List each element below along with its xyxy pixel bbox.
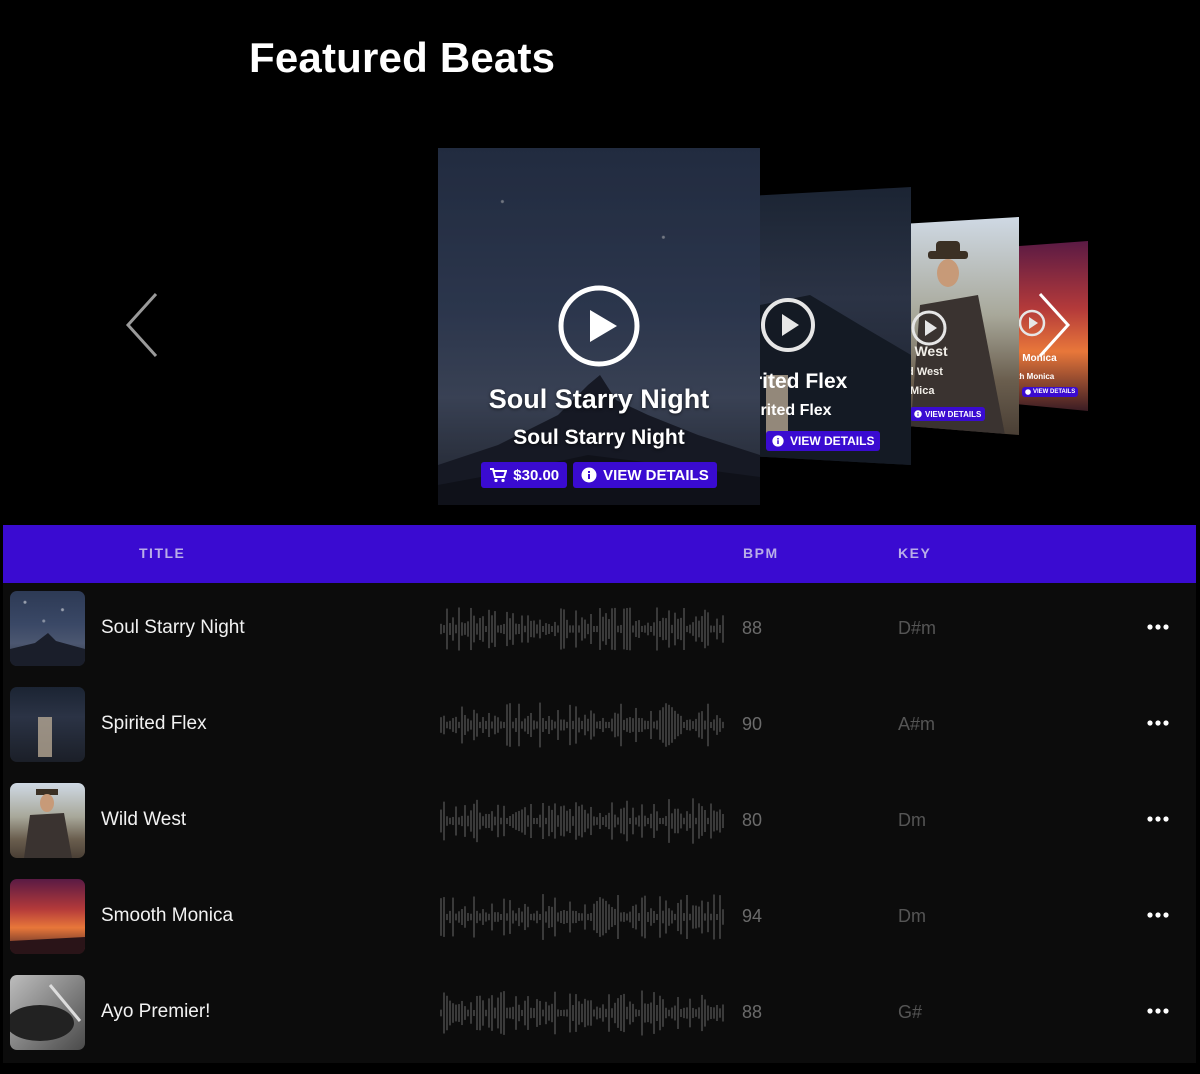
page-title: Featured Beats — [249, 34, 556, 81]
track-title[interactable]: Ayo Premier! — [101, 1001, 210, 1023]
more-options-icon[interactable] — [1145, 809, 1171, 829]
carousel-next-button[interactable] — [1032, 290, 1076, 360]
column-header-title[interactable]: TITLE — [139, 545, 185, 561]
track-thumbnail[interactable] — [10, 687, 85, 762]
waveform[interactable] — [439, 697, 725, 753]
track-key: A#m — [898, 714, 936, 734]
play-circle-icon[interactable] — [910, 309, 948, 347]
card-title: Soul Starry Night — [488, 384, 710, 414]
view-details-button[interactable]: VIEW DETAILS — [910, 407, 986, 421]
track-key: G# — [898, 1002, 923, 1022]
track-key: D#m — [898, 618, 937, 638]
view-details-label: VIEW DETAILS — [603, 466, 709, 484]
more-options-icon[interactable] — [1145, 1001, 1171, 1021]
track-thumbnail[interactable] — [10, 975, 85, 1050]
track-title[interactable]: Soul Starry Night — [101, 617, 245, 639]
view-details-label: VIEW DETAILS — [925, 409, 982, 419]
track-thumbnail[interactable] — [10, 783, 85, 858]
table-row[interactable]: Soul Starry Night 88 D#m — [3, 583, 1196, 679]
buy-button[interactable]: $30.00 — [481, 462, 568, 488]
cart-icon — [490, 468, 508, 483]
carousel-card-3[interactable]: d West ld West Mica VIEW DETAILS — [910, 217, 1019, 435]
waveform[interactable] — [439, 985, 725, 1041]
table-row[interactable]: Wild West 80 Dm — [3, 775, 1196, 871]
info-icon — [581, 467, 597, 483]
more-options-icon[interactable] — [1145, 905, 1171, 925]
play-circle-icon[interactable] — [760, 297, 816, 353]
card-subtitle: Soul Starry Night — [513, 426, 685, 449]
view-details-button[interactable]: VIEW DETAILS — [1022, 387, 1079, 397]
waveform[interactable] — [439, 601, 725, 657]
track-bpm: 88 — [742, 1002, 763, 1022]
column-header-bpm[interactable]: BPM — [743, 545, 779, 561]
play-circle-icon[interactable] — [558, 285, 640, 367]
card-title: rited Flex — [760, 370, 848, 393]
card-title: d West — [910, 343, 948, 359]
buy-button-label: $30.00 — [513, 466, 560, 484]
track-title[interactable]: Wild West — [101, 809, 186, 831]
carousel-prev-button[interactable] — [120, 290, 164, 360]
card-subtitle: irited Flex — [760, 402, 832, 419]
beats-table: TITLE BPM KEY Soul Starry Night 88 D#m S… — [3, 525, 1196, 1063]
view-details-label: VIEW DETAILS — [1033, 389, 1076, 395]
chevron-left-icon — [125, 292, 158, 358]
table-row[interactable]: Spirited Flex 90 A#m — [3, 679, 1196, 775]
more-options-icon[interactable] — [1145, 617, 1171, 637]
carousel-card-main[interactable]: Soul Starry Night Soul Starry Night $30.… — [438, 148, 760, 505]
waveform[interactable] — [439, 793, 725, 849]
table-row[interactable]: Smooth Monica 94 Dm — [3, 871, 1196, 967]
track-key: Dm — [898, 810, 926, 830]
column-header-key[interactable]: KEY — [898, 545, 931, 561]
table-header: TITLE BPM KEY — [3, 525, 1196, 583]
table-row[interactable]: Ayo Premier! 88 G# — [3, 967, 1196, 1063]
card-subtitle: ld West — [910, 366, 943, 378]
track-bpm: 80 — [742, 810, 763, 830]
view-details-label: VIEW DETAILS — [790, 434, 875, 448]
track-title[interactable]: Spirited Flex — [101, 713, 207, 735]
view-details-button[interactable]: VIEW DETAILS — [573, 462, 717, 488]
track-bpm: 94 — [742, 906, 763, 926]
carousel-card-2[interactable]: rited Flex irited Flex VIEW DETAILS — [760, 187, 911, 465]
card-artist: Mica — [910, 385, 935, 397]
view-details-button[interactable]: VIEW DETAILS — [766, 431, 881, 451]
info-icon — [914, 410, 922, 418]
featured-carousel: Soul Starry Night Soul Starry Night $30.… — [0, 120, 1200, 520]
waveform[interactable] — [439, 889, 725, 945]
track-bpm: 90 — [742, 714, 763, 734]
card-subtitle: oth Monica — [1018, 372, 1055, 381]
track-bpm: 88 — [742, 618, 763, 638]
track-title[interactable]: Smooth Monica — [101, 905, 233, 927]
track-thumbnail[interactable] — [10, 879, 85, 954]
track-thumbnail[interactable] — [10, 591, 85, 666]
chevron-right-icon — [1038, 292, 1071, 358]
track-key: Dm — [898, 906, 926, 926]
info-icon — [772, 435, 784, 447]
more-options-icon[interactable] — [1145, 713, 1171, 733]
info-icon — [1025, 389, 1031, 395]
